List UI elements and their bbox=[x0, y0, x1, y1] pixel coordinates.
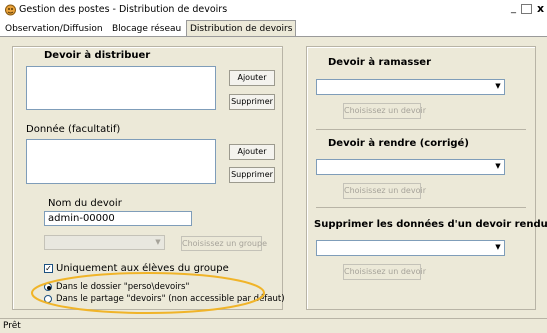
donnee-label: Donnée (facultatif) bbox=[26, 124, 121, 135]
tab-observation[interactable]: Observation/Diffusion bbox=[2, 22, 106, 37]
chevron-down-icon: ▼ bbox=[495, 82, 501, 90]
ramasser-select[interactable]: ▼ bbox=[316, 79, 505, 95]
nom-devoir-label: Nom du devoir bbox=[48, 198, 122, 209]
choose-group-button[interactable]: Choisissez un groupe bbox=[181, 236, 267, 251]
minimize-button[interactable]: _ bbox=[507, 3, 520, 15]
chevron-down-icon: ▼ bbox=[495, 162, 501, 170]
window-title: Gestion des postes - Distribution de dev… bbox=[19, 4, 228, 15]
separator bbox=[316, 207, 526, 208]
status-text: Prêt bbox=[3, 321, 21, 331]
chevron-down-icon: ▼ bbox=[155, 238, 161, 246]
devoir-distribuer-heading: Devoir à distribuer bbox=[44, 50, 151, 61]
choose-devoir-ramasser-button[interactable]: Choisissez un devoir bbox=[343, 103, 426, 119]
ajouter-donnee-button[interactable]: Ajouter bbox=[229, 144, 275, 160]
tab-blocage[interactable]: Blocage réseau bbox=[109, 22, 184, 37]
highlight-ellipse bbox=[31, 272, 265, 314]
ramasser-heading: Devoir à ramasser bbox=[328, 57, 432, 68]
supprimer-select[interactable]: ▼ bbox=[316, 240, 505, 256]
close-button[interactable]: x bbox=[534, 3, 547, 15]
separator bbox=[316, 129, 526, 130]
donnee-listbox[interactable] bbox=[26, 139, 216, 184]
supprimer-heading: Supprimer les données d'un devoir rendu bbox=[314, 219, 547, 230]
maximize-button[interactable] bbox=[521, 4, 532, 14]
group-select[interactable]: ▼ bbox=[44, 235, 165, 250]
title-bar: Gestion des postes - Distribution de dev… bbox=[0, 0, 547, 19]
nom-devoir-input[interactable]: admin-00000 bbox=[44, 211, 192, 226]
chevron-down-icon: ▼ bbox=[495, 243, 501, 251]
choose-devoir-rendre-button[interactable]: Choisissez un devoir bbox=[343, 183, 426, 199]
ajouter-devoir-button[interactable]: Ajouter bbox=[229, 70, 275, 86]
choose-devoir-supprimer-button[interactable]: Choisissez un devoir bbox=[343, 264, 426, 280]
status-bar: Prêt bbox=[0, 318, 547, 333]
devoir-listbox[interactable] bbox=[26, 66, 216, 110]
supprimer-donnee-button[interactable]: Supprimer bbox=[229, 167, 275, 183]
rendre-select[interactable]: ▼ bbox=[316, 159, 505, 175]
supprimer-devoir-button[interactable]: Supprimer bbox=[229, 94, 275, 110]
rendre-heading: Devoir à rendre (corrigé) bbox=[328, 138, 469, 149]
app-icon bbox=[4, 3, 17, 16]
